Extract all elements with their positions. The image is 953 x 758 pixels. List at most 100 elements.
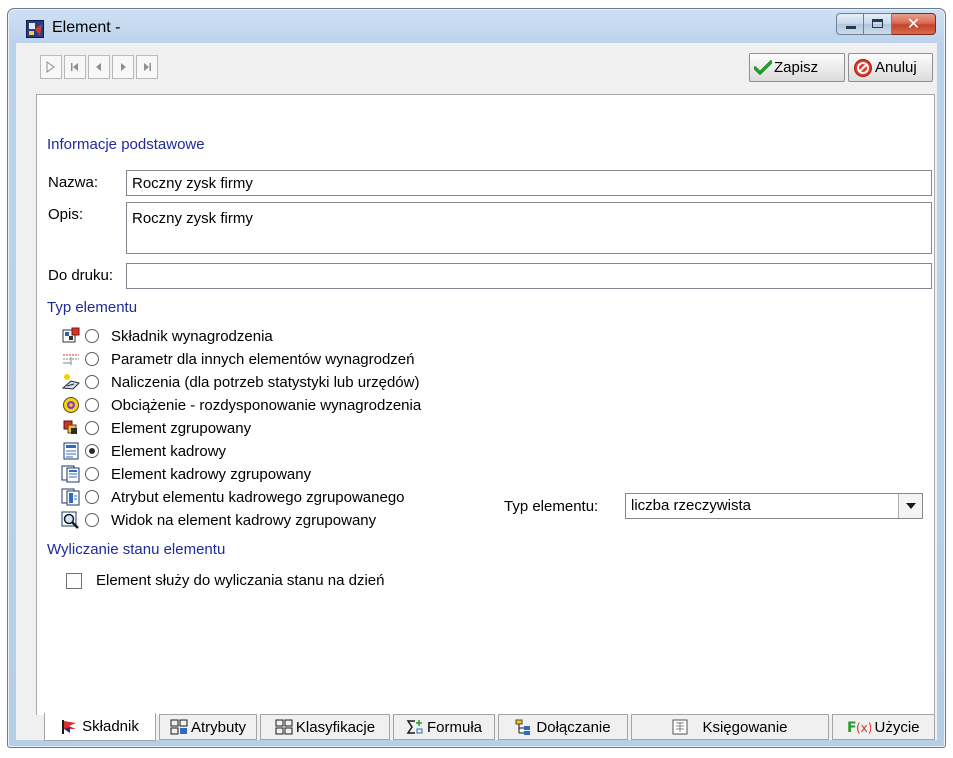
tab-label: Atrybuty	[190, 718, 247, 736]
last-record-icon	[144, 63, 151, 71]
name-label: Nazwa:	[48, 174, 99, 191]
attach-icon	[515, 719, 533, 735]
burden-icon	[61, 396, 81, 414]
grouped-element-icon	[61, 419, 81, 437]
accounting-icon	[672, 719, 688, 735]
state-section: Wyliczanie stanu elementu	[47, 540, 924, 558]
option-label: Składnik wynagrodzenia	[111, 327, 273, 345]
radio-hr-grouped[interactable]	[85, 467, 99, 481]
option-label: Element kadrowy	[111, 442, 227, 460]
new-record-icon	[46, 61, 55, 73]
tab-label: Klasyfikacje	[295, 718, 376, 736]
first-record-icon	[71, 63, 78, 71]
maximize-icon	[872, 19, 883, 28]
save-label: Zapisz	[774, 59, 819, 76]
element-type-value: liczba rzeczywista	[631, 497, 752, 514]
next-record-icon	[121, 63, 126, 71]
state-checkbox-label: Element służy do wyliczania stanu na dzi…	[96, 572, 385, 589]
basic-info-heading: Informacje podstawowe	[47, 135, 205, 153]
element-type-heading: Typ elementu	[47, 298, 138, 316]
formula-icon	[406, 719, 424, 735]
tab-formula[interactable]: Formuła	[393, 714, 495, 740]
tab-label: Dołączanie	[536, 718, 611, 736]
name-field[interactable]: Roczny zysk firmy	[126, 170, 932, 196]
usage-icon: F (x)	[847, 719, 871, 735]
flag-icon	[61, 719, 79, 735]
tab-label: Formuła	[426, 718, 482, 736]
accrual-icon	[61, 373, 81, 391]
option-label: Atrybut elementu kadrowego zgrupowanego	[111, 488, 405, 506]
state-checkbox[interactable]	[66, 573, 82, 589]
option-label: Widok na element kadrowy zgrupowany	[111, 511, 377, 529]
dialog-client: Zapisz Anuluj Informacje podstawowe Nazw…	[16, 43, 937, 741]
main-panel: Informacje podstawowe Nazwa: Roczny zysk…	[36, 94, 935, 715]
option-grouped[interactable]: Element zgrupowany	[61, 417, 251, 439]
element-type-label: Typ elementu:	[504, 498, 599, 515]
print-field[interactable]	[126, 263, 932, 289]
option-label: Element kadrowy zgrupowany	[111, 465, 312, 483]
close-button[interactable]: ✕	[892, 13, 936, 35]
tab-label: Księgowanie	[702, 718, 788, 736]
tab-dolaczanie[interactable]: Dołączanie	[498, 714, 628, 740]
radio-accrual[interactable]	[85, 375, 99, 389]
description-field[interactable]: Roczny zysk firmy	[126, 202, 932, 254]
option-hr-element[interactable]: Element kadrowy	[61, 440, 226, 462]
minimize-button[interactable]	[836, 13, 864, 35]
radio-burden[interactable]	[85, 398, 99, 412]
radio-parameter[interactable]	[85, 352, 99, 366]
dropdown-button[interactable]	[898, 494, 922, 518]
radio-grouped[interactable]	[85, 421, 99, 435]
description-label: Opis:	[48, 206, 84, 223]
option-label: Obciążenie - rozdysponowanie wynagrodzen…	[111, 396, 422, 414]
section-divider	[231, 548, 924, 550]
previous-record-icon	[96, 63, 101, 71]
option-burden[interactable]: Obciążenie - rozdysponowanie wynagrodzen…	[61, 394, 421, 416]
nav-new-button[interactable]	[40, 55, 62, 79]
option-hr-view[interactable]: Widok na element kadrowy zgrupowany	[61, 509, 376, 531]
save-button[interactable]: Zapisz	[749, 53, 845, 82]
dialog-window: Element - ✕ Zapisz Anuluj Informacje pod…	[7, 8, 946, 748]
nav-next-button[interactable]	[112, 55, 134, 79]
hr-grouped-icon	[61, 465, 81, 483]
cancel-icon	[854, 58, 872, 77]
element-type-select[interactable]: liczba rzeczywista	[625, 493, 923, 519]
basic-info-section: Informacje podstawowe	[47, 135, 924, 153]
hr-element-icon	[61, 442, 81, 460]
nav-prev-button[interactable]	[88, 55, 110, 79]
option-parameter[interactable]: Parametr dla innych elementów wynagrodze…	[61, 348, 415, 370]
option-label: Naliczenia (dla potrzeb statystyki lub u…	[111, 373, 420, 391]
option-hr-grouped[interactable]: Element kadrowy zgrupowany	[61, 463, 311, 485]
tab-atrybuty[interactable]: Atrybuty	[159, 714, 257, 740]
tab-label: Składnik	[82, 718, 139, 735]
radio-hr-view[interactable]	[85, 513, 99, 527]
chevron-down-icon	[905, 503, 916, 509]
caption-buttons: ✕	[836, 13, 936, 35]
option-hr-attribute[interactable]: Atrybut elementu kadrowego zgrupowanego	[61, 486, 405, 508]
tab-klasyfikacje[interactable]: Klasyfikacje	[260, 714, 390, 740]
window-title: Element -	[52, 19, 121, 36]
maximize-button[interactable]	[864, 13, 892, 35]
checkmark-icon	[754, 59, 772, 75]
cancel-button[interactable]: Anuluj	[848, 53, 933, 82]
option-accrual[interactable]: Naliczenia (dla potrzeb statystyki lub u…	[61, 371, 419, 393]
salary-component-icon	[61, 327, 81, 345]
section-divider	[210, 143, 924, 145]
app-icon	[26, 20, 44, 38]
tab-strip: Składnik Atrybuty Klasyfikacje Formuła D…	[44, 713, 937, 741]
nav-last-button[interactable]	[136, 55, 158, 79]
radio-salary-component[interactable]	[85, 329, 99, 343]
parameter-icon	[61, 350, 81, 368]
attributes-icon	[170, 719, 188, 735]
option-salary-component[interactable]: Składnik wynagrodzenia	[61, 325, 273, 347]
tab-ksiegowanie[interactable]: Księgowanie	[631, 714, 829, 740]
radio-hr-element[interactable]	[85, 444, 99, 458]
hr-attribute-icon	[61, 488, 81, 506]
tab-uzycie[interactable]: F (x) Użycie	[832, 714, 935, 740]
title-bar[interactable]: Element - ✕	[8, 9, 945, 43]
hr-view-icon	[61, 511, 81, 529]
record-navigator	[40, 55, 160, 79]
radio-hr-attribute[interactable]	[85, 490, 99, 504]
nav-first-button[interactable]	[64, 55, 86, 79]
tab-skladnik[interactable]: Składnik	[44, 713, 156, 741]
option-label: Element zgrupowany	[111, 419, 252, 437]
